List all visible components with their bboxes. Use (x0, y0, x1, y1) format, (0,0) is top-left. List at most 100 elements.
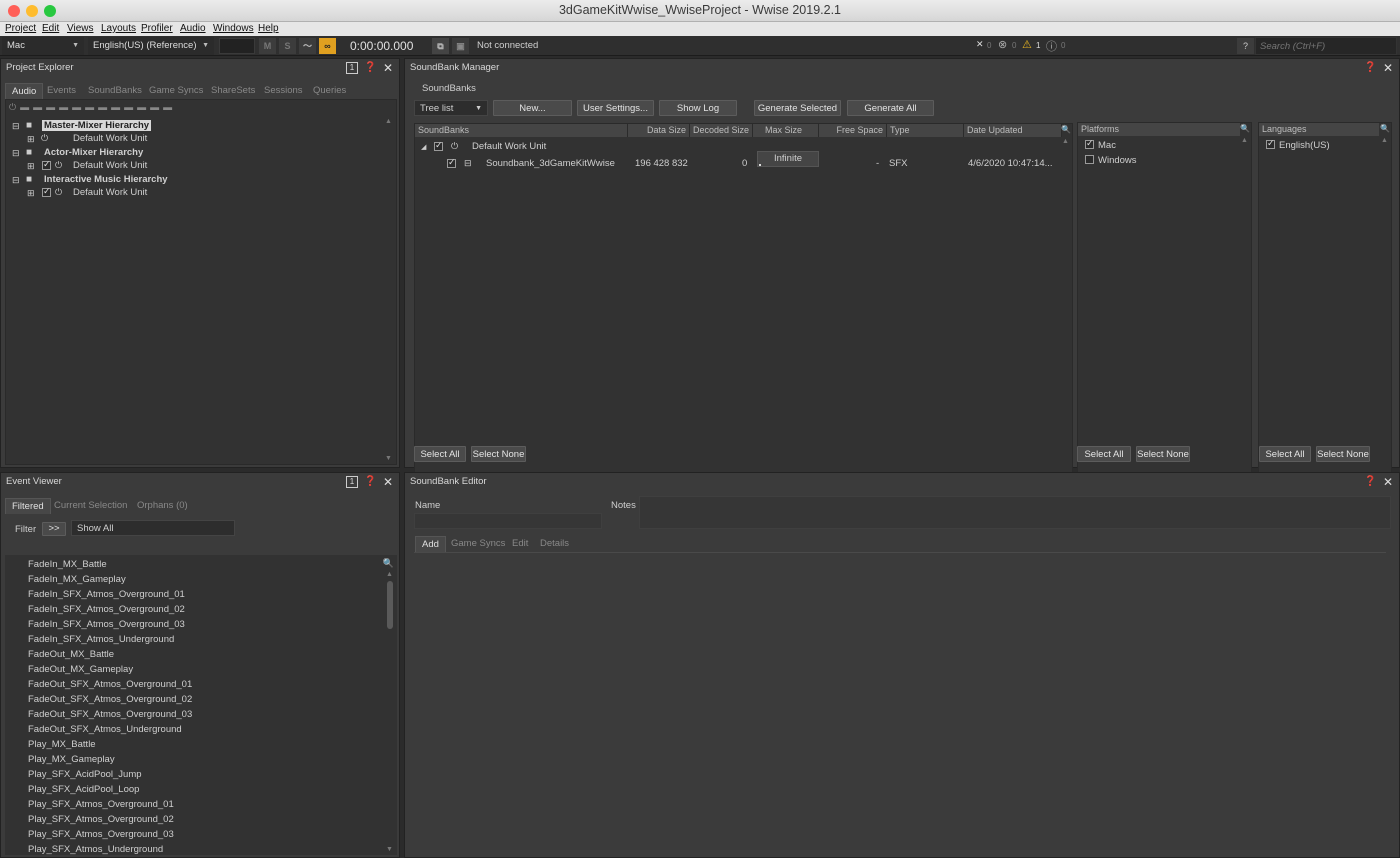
work-unit-checkbox[interactable] (434, 140, 443, 151)
col-soundbanks[interactable]: SoundBanks (415, 124, 628, 137)
tab-queries[interactable]: Queries (307, 83, 352, 99)
scroll-up-icon[interactable]: ▲ (1241, 137, 1248, 144)
help-icon[interactable]: ❓ (364, 476, 376, 488)
close-window-button[interactable] (8, 5, 20, 17)
event-list-item[interactable]: FadeIn_SFX_Atmos_Overground_03 (28, 619, 185, 630)
col-free-space[interactable]: Free Space (819, 124, 887, 137)
event-list-item[interactable]: Play_SFX_Atmos_Overground_03 (28, 829, 174, 840)
tab-events[interactable]: Events (41, 83, 82, 99)
tree-actor-mixer[interactable]: Actor-Mixer Hierarchy (44, 147, 143, 158)
language-select[interactable]: English(US) (Reference) ▼ (88, 37, 214, 55)
menu-edit[interactable]: Edit (42, 22, 59, 35)
tab-current-selection[interactable]: Current Selection (48, 498, 133, 514)
help-icon[interactable]: ❓ (1364, 476, 1376, 488)
close-icon[interactable]: ✕ (1382, 476, 1394, 488)
generate-selected-button[interactable]: Generate Selected (754, 100, 841, 116)
tab-sessions[interactable]: Sessions (258, 83, 309, 99)
close-icon[interactable]: ✕ (1382, 62, 1394, 74)
collapse-icon[interactable]: ⊟ (12, 121, 20, 132)
tab-sharesets[interactable]: ShareSets (205, 83, 261, 99)
waveform-icon[interactable]: 〜 (299, 38, 316, 54)
event-list-item[interactable]: Play_SFX_Atmos_Underground (28, 844, 163, 855)
event-list-item[interactable]: Play_SFX_AcidPool_Jump (28, 769, 142, 780)
warning-icon[interactable]: ⚠ (1022, 38, 1032, 51)
transport-object-field[interactable] (219, 38, 255, 54)
select-all-soundbanks-button[interactable]: Select All (414, 446, 466, 462)
capture-icon[interactable]: ▣ (452, 38, 469, 54)
col-data-size[interactable]: Data Size (628, 124, 690, 137)
user-settings-button[interactable]: User Settings... (577, 100, 654, 116)
tree-item-work-unit[interactable]: Default Work Unit (73, 160, 147, 171)
info-icon[interactable]: ⓘ (1046, 38, 1057, 54)
layout-number-icon[interactable]: 1 (346, 476, 358, 488)
select-all-platforms-button[interactable]: Select All (1077, 446, 1131, 462)
layout-number-icon[interactable]: 1 (346, 62, 358, 74)
platform-windows-checkbox[interactable] (1085, 155, 1094, 164)
collapse-icon[interactable]: ⊟ (12, 148, 20, 159)
collapse-arrow-icon[interactable]: ◢ (421, 143, 426, 151)
collapse-icon[interactable]: ⊟ (12, 175, 20, 186)
select-none-soundbanks-button[interactable]: Select None (471, 446, 526, 462)
platform-select[interactable]: Mac ▼ (2, 37, 84, 55)
link-icon[interactable]: ∞ (319, 38, 336, 54)
search-input[interactable] (1255, 37, 1397, 55)
work-unit-label[interactable]: Default Work Unit (472, 141, 546, 152)
filter-field[interactable]: Show All (71, 520, 235, 536)
include-checkbox[interactable] (42, 159, 51, 170)
tab-filtered[interactable]: Filtered (5, 498, 51, 514)
tree-item-work-unit[interactable]: Default Work Unit (73, 187, 147, 198)
event-list-item[interactable]: FadeIn_MX_Battle (28, 559, 107, 570)
expand-icon[interactable]: ⊞ (27, 134, 35, 145)
event-list-item[interactable]: FadeOut_SFX_Atmos_Overground_03 (28, 709, 192, 720)
vertical-scrollbar[interactable]: ▲ ▼ (1380, 137, 1390, 499)
menu-project[interactable]: Project (5, 22, 36, 35)
tree-master-mixer[interactable]: Master-Mixer Hierarchy (42, 120, 152, 131)
select-none-languages-button[interactable]: Select None (1316, 446, 1370, 462)
minimize-window-button[interactable] (26, 5, 38, 17)
menu-views[interactable]: Views (67, 22, 94, 35)
error-x-icon[interactable]: ✕ (976, 39, 984, 50)
close-icon[interactable]: ✕ (382, 476, 394, 488)
scroll-thumb[interactable] (387, 581, 393, 629)
soundbank-name[interactable]: Soundbank_3dGameKitWwise (486, 158, 615, 169)
soundbank-max-size[interactable]: Infinite (757, 151, 819, 167)
menu-layouts[interactable]: Layouts (101, 22, 136, 35)
tab-details[interactable]: Details (534, 536, 575, 552)
scroll-down-icon[interactable]: ▼ (386, 846, 393, 853)
generate-all-button[interactable]: Generate All (847, 100, 934, 116)
event-list-item[interactable]: FadeOut_MX_Gameplay (28, 664, 133, 675)
select-all-languages-button[interactable]: Select All (1259, 446, 1311, 462)
help-button[interactable]: ? (1237, 38, 1254, 54)
expand-icon[interactable]: ⊞ (27, 188, 35, 199)
close-icon[interactable]: ✕ (382, 62, 394, 74)
platform-mac-checkbox[interactable] (1085, 138, 1094, 149)
event-list-item[interactable]: FadeIn_SFX_Atmos_Overground_02 (28, 604, 185, 615)
remote-connect-icon[interactable]: ⧉ (432, 38, 449, 54)
show-log-button[interactable]: Show Log (659, 100, 737, 116)
soundbank-checkbox[interactable] (447, 157, 456, 168)
menu-windows[interactable]: Windows (213, 22, 254, 35)
scroll-up-icon[interactable]: ▲ (1062, 138, 1069, 145)
name-field[interactable] (414, 513, 602, 529)
vertical-scrollbar[interactable]: ▲ ▼ (1061, 138, 1071, 499)
search-icon[interactable]: 🔍 (383, 558, 394, 569)
scroll-up-icon[interactable]: ▲ (385, 118, 392, 125)
event-list-item[interactable]: FadeIn_SFX_Atmos_Overground_01 (28, 589, 185, 600)
event-list-item[interactable]: FadeIn_MX_Gameplay (28, 574, 126, 585)
col-decoded-size[interactable]: Decoded Size (690, 124, 753, 137)
event-list-item[interactable]: Play_SFX_AcidPool_Loop (28, 784, 139, 795)
solo-button[interactable]: S (279, 38, 296, 54)
event-list-item[interactable]: Play_SFX_Atmos_Overground_02 (28, 814, 174, 825)
tab-game-syncs[interactable]: Game Syncs (143, 83, 209, 99)
vertical-scrollbar[interactable]: ▲ ▼ (384, 118, 394, 462)
col-max-size[interactable]: Max Size (753, 124, 819, 137)
include-checkbox[interactable] (42, 186, 51, 197)
search-icon[interactable]: 🔍 (1061, 125, 1071, 134)
tab-audio[interactable]: Audio (5, 83, 44, 99)
help-icon[interactable]: ❓ (1364, 62, 1376, 74)
tab-orphans[interactable]: Orphans (0) (131, 498, 194, 514)
notes-field[interactable] (639, 496, 1391, 529)
tab-add[interactable]: Add (415, 536, 446, 552)
col-date-updated[interactable]: Date Updated (964, 124, 1062, 137)
view-mode-select[interactable]: Tree list ▼ (414, 100, 488, 116)
